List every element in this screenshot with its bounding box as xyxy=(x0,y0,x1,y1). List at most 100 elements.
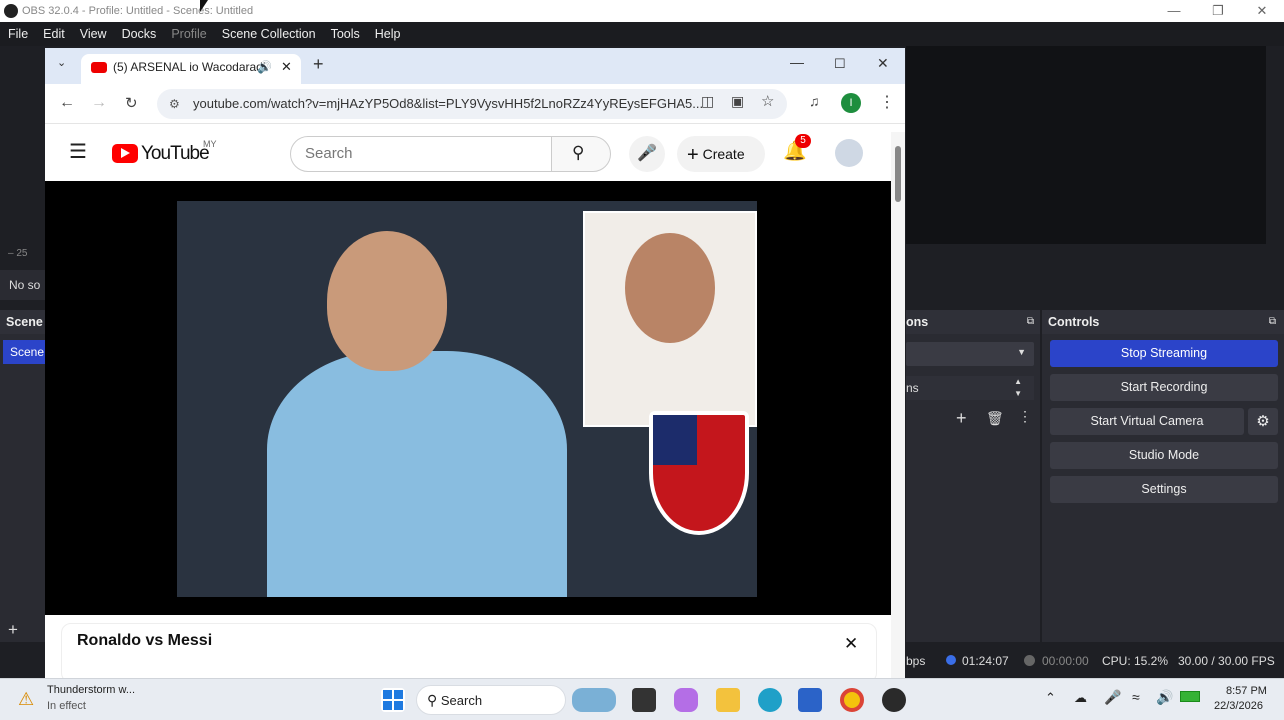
browser-close-icon[interactable]: ✕ xyxy=(877,55,889,72)
transition-select[interactable]: ▼ xyxy=(906,342,1034,366)
start-recording-button[interactable]: Start Recording xyxy=(1050,374,1278,401)
page-scrollbar[interactable] xyxy=(891,132,905,678)
media-controls-icon[interactable]: ♫ xyxy=(809,93,820,109)
back-icon[interactable]: ← xyxy=(59,94,75,112)
menu-file[interactable]: File xyxy=(8,27,28,41)
bitrate: bps xyxy=(906,654,926,668)
volume-icon[interactable]: 🔊 xyxy=(1156,689,1173,706)
youtube-search-button[interactable]: ⚲ xyxy=(551,136,611,172)
widgets-icon[interactable] xyxy=(572,688,616,712)
trash-icon[interactable]: 🗑 xyxy=(986,410,1004,427)
chrome-icon[interactable] xyxy=(840,688,864,712)
youtube-logo-text[interactable]: YouTube xyxy=(141,143,210,165)
notification-badge: 5 xyxy=(795,134,811,148)
voice-search-icon[interactable]: 🎤 xyxy=(629,136,665,172)
close-icon[interactable]: ✕ xyxy=(1240,0,1284,22)
crest-blue-field xyxy=(653,415,697,465)
obs-preview xyxy=(906,46,1266,244)
hamburger-menu-icon[interactable]: ☰ xyxy=(69,139,87,164)
edge-icon[interactable] xyxy=(758,688,782,712)
wifi-icon[interactable]: ≈ xyxy=(1132,689,1140,705)
window-title: OBS 32.0.4 - Profile: Untitled - Scenes:… xyxy=(22,5,254,17)
duration-field[interactable]: ns ▲ ▼ xyxy=(906,376,1034,400)
restore-icon[interactable]: ❐ xyxy=(1196,0,1240,22)
menu-view[interactable]: View xyxy=(80,27,107,41)
settings-button[interactable]: Settings xyxy=(1050,476,1278,503)
menu-scene-collection[interactable]: Scene Collection xyxy=(222,27,316,41)
tab-bar: ⌄ (5) ARSENAL io Wacodaradi 🔊 ✕ + — ☐ ✕ xyxy=(45,48,905,84)
undock-icon[interactable]: ⧉ xyxy=(1027,310,1034,334)
scene-item[interactable]: Scene xyxy=(3,340,45,364)
start-virtual-camera-button[interactable]: Start Virtual Camera xyxy=(1050,408,1244,435)
reload-icon[interactable]: ↻ xyxy=(125,94,138,112)
search-icon: ⚲ xyxy=(427,692,438,708)
stream-status-icon xyxy=(946,655,956,665)
virtual-camera-settings-icon[interactable]: ⚙ xyxy=(1248,408,1278,435)
stepper-icon[interactable]: ▲ ▼ xyxy=(1014,376,1022,400)
menu-help[interactable]: Help xyxy=(375,27,401,41)
video-player[interactable] xyxy=(45,181,891,615)
site-info-icon[interactable]: ⚙ xyxy=(169,89,180,119)
obs-logo-icon xyxy=(4,4,18,18)
taskbar-search[interactable]: ⚲ Search xyxy=(416,685,566,715)
obs-taskbar-icon[interactable] xyxy=(882,688,906,712)
bookmark-star-icon[interactable]: ☆ xyxy=(761,92,774,110)
copilot-icon[interactable] xyxy=(674,688,698,712)
new-tab-icon[interactable]: + xyxy=(313,54,324,75)
chevron-down-icon: ▼ xyxy=(1017,347,1026,357)
menu-docks[interactable]: Docks xyxy=(122,27,157,41)
install-icon[interactable]: ◫ xyxy=(701,93,714,110)
weather-subtitle: In effect xyxy=(47,700,86,712)
add-scene-icon[interactable]: + xyxy=(8,620,18,640)
url-field[interactable]: ⚙ youtube.com/watch?v=mjHAzYP5Od8&list=P… xyxy=(157,89,787,119)
microphone-icon[interactable]: 🎤 xyxy=(1104,689,1121,706)
battery-icon[interactable] xyxy=(1180,691,1200,702)
lens-icon[interactable]: ▣ xyxy=(731,93,744,110)
create-button[interactable]: + Create xyxy=(677,136,765,172)
stop-streaming-button[interactable]: Stop Streaming xyxy=(1050,340,1278,367)
video-info-card: Ronaldo vs Messi ✕ xyxy=(61,623,877,678)
profile-avatar[interactable]: I xyxy=(841,93,861,113)
weather-title[interactable]: Thunderstorm w... xyxy=(47,684,135,696)
browser-menu-icon[interactable]: ⋮ xyxy=(879,92,895,112)
browser-maximize-icon[interactable]: ☐ xyxy=(834,56,846,72)
onedrive-icon[interactable]: ☁ xyxy=(1074,690,1087,706)
clock-date[interactable]: 22/3/2026 xyxy=(1214,700,1263,712)
more-icon[interactable]: ⋮ xyxy=(1018,408,1032,425)
youtube-search-input[interactable]: Search xyxy=(290,136,552,172)
clock-time[interactable]: 8:57 PM xyxy=(1226,685,1267,697)
browser-tab[interactable]: (5) ARSENAL io Wacodaradi 🔊 ✕ xyxy=(81,54,301,84)
tab-close-icon[interactable]: ✕ xyxy=(281,54,292,80)
studio-mode-button[interactable]: Studio Mode xyxy=(1050,442,1278,469)
player-figure xyxy=(267,351,567,597)
forward-icon[interactable]: → xyxy=(91,94,107,112)
show-hidden-icons[interactable]: ⌃ xyxy=(1045,690,1056,706)
coach-face xyxy=(625,233,715,343)
controls-dock: Controls ⧉ Stop Streaming Start Recording… xyxy=(1042,310,1284,642)
record-time: 00:00:00 xyxy=(1042,654,1089,668)
task-view-icon[interactable] xyxy=(632,688,656,712)
youtube-logo-icon[interactable] xyxy=(112,144,138,163)
video-thumbnail xyxy=(177,201,757,597)
file-explorer-icon[interactable] xyxy=(716,688,740,712)
undock-icon[interactable]: ⧉ xyxy=(1269,310,1276,334)
menu-tools[interactable]: Tools xyxy=(331,27,360,41)
browser-minimize-icon[interactable]: — xyxy=(790,54,804,70)
add-transition-icon[interactable]: + xyxy=(956,408,967,429)
obs-title-bar: OBS 32.0.4 - Profile: Untitled - Scenes:… xyxy=(0,0,1284,22)
menu-edit[interactable]: Edit xyxy=(43,27,65,41)
tab-search-icon[interactable]: ⌄ xyxy=(57,56,66,69)
audio-icon[interactable]: 🔊 xyxy=(257,54,272,80)
controls-dock-title: Controls ⧉ xyxy=(1042,310,1284,334)
account-avatar[interactable] xyxy=(835,139,863,167)
address-bar: ← → ↻ ⚙ youtube.com/watch?v=mjHAzYP5Od8&… xyxy=(45,84,905,124)
windows-start-icon[interactable] xyxy=(381,688,405,712)
weather-alert-icon[interactable]: ⚠ xyxy=(18,689,34,710)
scenes-dock: Scene Scene xyxy=(0,310,45,642)
scrollbar-thumb[interactable] xyxy=(895,146,901,202)
store-icon[interactable] xyxy=(798,688,822,712)
dismiss-icon[interactable]: ✕ xyxy=(844,634,858,654)
transitions-dock-title: ons ⧉ xyxy=(906,310,1040,334)
menu-profile[interactable]: Profile xyxy=(171,27,206,41)
minimize-icon[interactable]: — xyxy=(1152,0,1196,22)
